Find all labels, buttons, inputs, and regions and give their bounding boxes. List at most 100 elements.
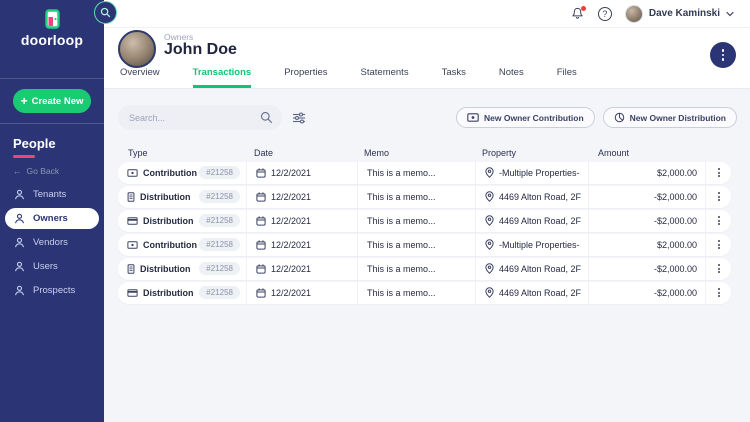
map-pin-icon <box>485 239 494 251</box>
sidebar-item-prospects[interactable]: Prospects <box>5 280 99 301</box>
table-row[interactable]: Distribution #21258 12/2/2021 This is a … <box>118 186 731 208</box>
reference-badge: #21258 <box>199 190 240 204</box>
button-label: New Owner Distribution <box>629 112 726 123</box>
new-owner-contribution-button[interactable]: New Owner Contribution <box>456 107 595 128</box>
new-owner-distribution-button[interactable]: New Owner Distribution <box>602 107 737 128</box>
sidebar-item-users[interactable]: Users <box>5 256 99 277</box>
row-actions-button[interactable] <box>714 212 724 229</box>
question-icon: ? <box>602 8 608 19</box>
row-actions-button[interactable] <box>714 284 724 301</box>
transaction-type: Contribution <box>143 239 197 250</box>
user-menu[interactable]: Dave Kaminski <box>624 4 734 23</box>
transaction-memo: This is a memo... <box>367 287 436 298</box>
global-search-button[interactable] <box>94 1 117 24</box>
filter-button[interactable] <box>292 111 306 124</box>
transaction-type: Distribution <box>143 287 194 298</box>
transaction-type: Distribution <box>140 263 191 274</box>
column-header-memo: Memo <box>364 148 390 158</box>
table-row[interactable]: Distribution #21258 12/2/2021 This is a … <box>118 282 731 304</box>
transaction-amount: -$2,000.00 <box>653 191 697 202</box>
calendar-icon <box>256 263 266 274</box>
card-icon <box>127 288 138 297</box>
table-row[interactable]: Contribution #21258 12/2/2021 This is a … <box>118 234 731 256</box>
transaction-type: Distribution <box>140 191 191 202</box>
map-pin-icon <box>485 167 494 179</box>
transaction-date: 12/2/2021 <box>271 263 312 274</box>
column-header-date: Date <box>254 148 274 158</box>
button-label: New Owner Contribution <box>484 112 584 123</box>
search-icon <box>260 111 272 123</box>
search-field[interactable] <box>118 105 282 130</box>
reference-badge: #21258 <box>199 286 240 300</box>
receipt-icon <box>127 191 135 202</box>
row-actions-button[interactable] <box>714 260 724 277</box>
reference-badge: #21258 <box>199 166 240 180</box>
person-icon <box>15 189 24 200</box>
map-pin-icon <box>485 287 494 299</box>
calendar-icon <box>256 191 266 202</box>
owner-actions-button[interactable] <box>710 42 736 68</box>
reference-badge: #21258 <box>199 262 240 276</box>
transaction-amount: $2,000.00 <box>656 239 697 250</box>
transaction-property: 4469 Alton Road, 2F <box>499 215 582 226</box>
card-icon <box>127 216 138 225</box>
main-content: New Owner Contribution New Owner Distrib… <box>104 90 750 422</box>
create-new-button[interactable]: + Create New <box>13 89 91 113</box>
topbar: ? Dave Kaminski <box>104 0 750 28</box>
chevron-down-icon <box>726 11 734 16</box>
transaction-property: -Multiple Properties- <box>499 239 580 250</box>
sidebar-item-tenants[interactable]: Tenants <box>5 184 99 205</box>
sidebar-item-vendors[interactable]: Vendors <box>5 232 99 253</box>
person-key-icon <box>15 213 24 224</box>
sidebar-item-label: Vendors <box>33 237 68 248</box>
row-actions-button[interactable] <box>714 236 724 253</box>
table-row[interactable]: Distribution #21258 12/2/2021 This is a … <box>118 258 731 280</box>
table-row[interactable]: Contribution #21258 12/2/2021 This is a … <box>118 162 731 184</box>
sidebar-nav: Tenants Owners Vendors Users Prospects <box>0 182 104 301</box>
transactions-table: Contribution #21258 12/2/2021 This is a … <box>118 162 731 306</box>
column-header-amount: Amount <box>598 148 630 158</box>
map-pin-icon <box>485 263 494 275</box>
calendar-icon <box>256 287 266 298</box>
transaction-amount: $2,000.00 <box>656 167 697 178</box>
profile-header: Owners John Doe Overview Transactions Pr… <box>104 28 750 89</box>
tab-files[interactable]: Files <box>557 67 577 88</box>
notifications-button[interactable] <box>571 5 586 21</box>
pie-chart-icon <box>614 112 624 123</box>
transaction-amount: -$2,000.00 <box>653 215 697 226</box>
sidebar-item-label: Prospects <box>33 285 76 296</box>
tab-notes[interactable]: Notes <box>499 67 524 88</box>
help-button[interactable]: ? <box>597 6 612 21</box>
banknote-icon <box>467 113 479 122</box>
tab-properties[interactable]: Properties <box>284 67 327 88</box>
tab-bar: Overview Transactions Properties Stateme… <box>104 67 610 88</box>
user-name: Dave Kaminski <box>648 8 720 19</box>
banknote-icon <box>127 168 138 177</box>
map-pin-icon <box>485 215 494 227</box>
avatar <box>624 4 643 23</box>
sidebar-item-owners[interactable]: Owners <box>5 208 99 229</box>
transaction-memo: This is a memo... <box>367 191 436 202</box>
transaction-type: Distribution <box>143 215 194 226</box>
tab-overview[interactable]: Overview <box>120 67 160 88</box>
table-row[interactable]: Distribution #21258 12/2/2021 This is a … <box>118 210 731 232</box>
transaction-type: Contribution <box>143 167 197 178</box>
row-actions-button[interactable] <box>714 188 724 205</box>
tab-tasks[interactable]: Tasks <box>442 67 466 88</box>
doorloop-logo: doorloop <box>0 0 104 48</box>
search-input[interactable] <box>129 112 260 123</box>
section-title: People <box>13 136 56 151</box>
transaction-date: 12/2/2021 <box>271 287 312 298</box>
column-header-type: Type <box>128 148 148 158</box>
row-actions-button[interactable] <box>714 164 724 181</box>
sidebar-item-label: Users <box>33 261 58 272</box>
sidebar-item-label: Tenants <box>33 189 67 200</box>
tab-transactions[interactable]: Transactions <box>192 67 252 88</box>
transaction-date: 12/2/2021 <box>271 215 312 226</box>
calendar-icon <box>256 215 266 226</box>
go-back-link[interactable]: ← Go Back <box>13 166 104 176</box>
transaction-memo: This is a memo... <box>367 263 436 274</box>
tab-statements[interactable]: Statements <box>361 67 409 88</box>
transaction-amount: -$2,000.00 <box>653 287 697 298</box>
calendar-icon <box>256 239 266 250</box>
